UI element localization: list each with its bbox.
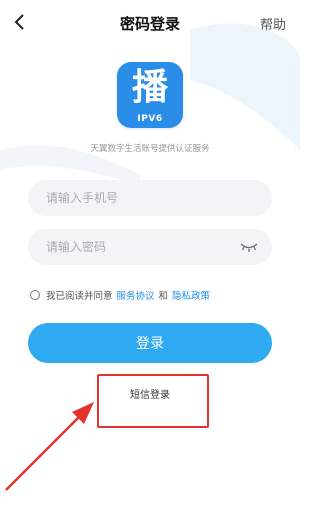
service-agreement-link[interactable]: 服务协议 [117, 288, 155, 302]
help-button[interactable]: 帮助 [260, 14, 286, 33]
app-logo: 播 IPV6 [117, 62, 183, 128]
privacy-policy-link[interactable]: 隐私政策 [172, 288, 210, 302]
agreement-and: 和 [158, 291, 169, 302]
header: 密码登录 帮助 [0, 0, 300, 44]
phone-field [28, 180, 272, 216]
login-button[interactable]: 登录 [28, 323, 272, 363]
page-title: 密码登录 [119, 15, 180, 33]
logo-character: 播 [131, 67, 168, 108]
logo-subtitle: IPV6 [137, 114, 163, 124]
password-field [28, 229, 272, 265]
agreement-row: 我已阅读并同意 服务协议 和 隐私政策 [30, 287, 210, 303]
agreement-radio[interactable] [30, 290, 40, 300]
annotation-highlight-box [97, 374, 209, 428]
eye-closed-icon[interactable] [240, 241, 258, 253]
password-input[interactable] [28, 229, 272, 265]
agreement-prefix: 我已阅读并同意 [46, 291, 113, 302]
auth-provider-tagline: 天翼数字生活账号提供认证服务 [90, 144, 210, 154]
phone-input[interactable] [28, 180, 272, 216]
